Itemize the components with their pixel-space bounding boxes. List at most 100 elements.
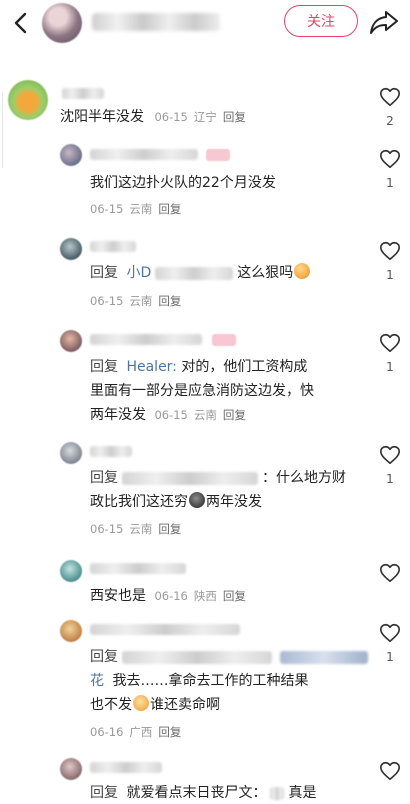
reply-username-blurred[interactable] [90,624,240,635]
reply-username-blurred[interactable] [90,241,136,252]
reply-body-line2b: 两年没发 [206,494,262,510]
author-badge [206,149,230,161]
crying-emoji-icon [133,695,149,711]
reply-button[interactable]: 回复 [158,522,181,536]
reply-region: 云南 [129,202,153,216]
like-heart-icon[interactable] [379,148,401,170]
mention-link-end[interactable]: 花 [90,673,104,689]
comment-username-blurred[interactable] [62,88,104,99]
reply-meta: 06-15 云南 回复 [90,201,181,217]
author-avatar[interactable] [42,3,82,43]
reply-text-line2: 花 我去……拿命去工作的工种结果 [90,670,308,692]
like-heart-icon[interactable] [379,444,401,466]
reply-body-line1: 就爱看点末日丧尸文： [126,785,267,801]
like-count: 1 [386,176,394,190]
reply-date: 06-15 [154,408,188,422]
reply-text: 西安也是 06-16 陕西 回复 [90,585,246,607]
comment-body: 沈阳半年没发 [60,109,144,125]
like-count: 1 [386,650,394,664]
reply-region: 陕西 [193,589,217,603]
cat-emoji-icon [189,492,205,508]
like-heart-icon[interactable] [379,86,401,108]
top-bar: 关注 [0,0,410,50]
reply-body-line2: 里面有一部分是应急消防这边发，快 [90,383,314,399]
reply-button[interactable]: 回复 [158,202,181,216]
author-badge [212,334,236,346]
reply-meta: 06-16 广西 回复 [90,724,181,740]
back-arrow-icon[interactable] [8,10,34,36]
comment-meta: 06-15 辽宁 回复 [154,110,245,124]
reply-date: 06-16 [154,589,188,603]
mention-blurred[interactable] [122,650,272,664]
reply-text: 回复 小D 这么狠吗 [90,262,311,284]
reply-button[interactable]: 回复 [223,408,246,422]
reply-prefix: 回复 [90,265,118,281]
like-heart-icon[interactable] [379,622,401,644]
reply-meta: 06-16 陕西 回复 [154,589,245,603]
mention-blurred[interactable] [122,471,258,485]
reply-avatar[interactable] [60,442,82,464]
reply-avatar[interactable] [60,758,82,780]
reply-date: 06-15 [90,294,124,308]
reply-username-blurred[interactable] [90,563,186,574]
reply-prefix: 回复 [90,359,118,375]
mention-link[interactable]: 小D [126,265,151,281]
reply-meta: 06-15 云南 回复 [154,408,245,422]
reply-body-line2a: 政比我们这还穷 [90,494,188,510]
like-heart-icon[interactable] [379,240,401,262]
like-count: 1 [386,268,394,282]
author-name-blurred[interactable] [92,13,220,31]
reply-region: 广西 [129,725,153,739]
like-count: 1 [386,360,394,374]
reply-body: 我们这边扑火队的22个月没发 [90,175,276,191]
thread-side-line [2,92,3,168]
reply-avatar[interactable] [60,144,82,166]
reply-body-line1: ：什么地方财 [262,470,346,486]
reply-button[interactable]: 回复 [158,725,181,739]
reply-prefix: 回复 [90,785,118,801]
reply-meta: 06-15 云南 回复 [90,521,181,537]
reply-body: 这么狠吗 [237,265,294,281]
reply-text: 回复 ：什么地方财 [90,467,346,489]
reply-body-line1: 我去……拿命去工作的工种结果 [112,673,309,689]
like-heart-icon[interactable] [379,332,401,354]
reply-button[interactable]: 回复 [158,294,181,308]
follow-button[interactable]: 关注 [284,5,358,37]
reply-avatar[interactable] [60,620,82,642]
reply-avatar[interactable] [60,330,82,352]
comment-text: 沈阳半年没发 06-15 辽宁 回复 [60,106,246,128]
like-count: 1 [386,472,394,486]
reply-button[interactable]: 回复 [223,589,246,603]
reply-text: 回复 [90,646,372,668]
reply-text: 回复 就爱看点末日丧尸文： 真是 [90,782,316,804]
mention-blurred [270,786,285,800]
peach-emoji-icon [294,263,311,279]
reply-body-line-end: 真是 [288,785,317,801]
reply-region: 云南 [129,294,153,308]
like-count: 2 [386,114,394,128]
reply-date: 06-15 [90,522,124,536]
reply-avatar[interactable] [60,560,82,582]
reply-button[interactable]: 回复 [223,110,246,124]
comment-avatar[interactable] [8,80,48,120]
reply-username-blurred[interactable] [90,446,132,457]
reply-avatar[interactable] [60,238,82,260]
mention-link[interactable]: Healer: [126,359,176,375]
comment-region: 辽宁 [193,110,217,124]
reply-region: 云南 [193,408,217,422]
reply-body-line1: 对的，他们工资构成 [181,359,308,375]
reply-date: 06-16 [90,725,124,739]
like-heart-icon[interactable] [379,760,401,782]
reply-username-blurred[interactable] [90,149,198,160]
reply-meta: 06-15 云南 回复 [90,293,181,309]
reply-username-blurred[interactable] [90,762,162,773]
reply-username-blurred[interactable] [90,334,202,345]
reply-text-line3: 两年没发 06-15 云南 回复 [90,404,246,426]
reply-prefix: 回复 [90,470,118,486]
reply-body-line2b: 谁还卖命啊 [150,697,220,713]
reply-prefix: 回复 [90,649,118,665]
like-heart-icon[interactable] [379,562,401,584]
mention-blurred [155,266,234,280]
share-icon[interactable] [368,8,400,36]
reply-body-line2a: 也不发 [90,697,132,713]
